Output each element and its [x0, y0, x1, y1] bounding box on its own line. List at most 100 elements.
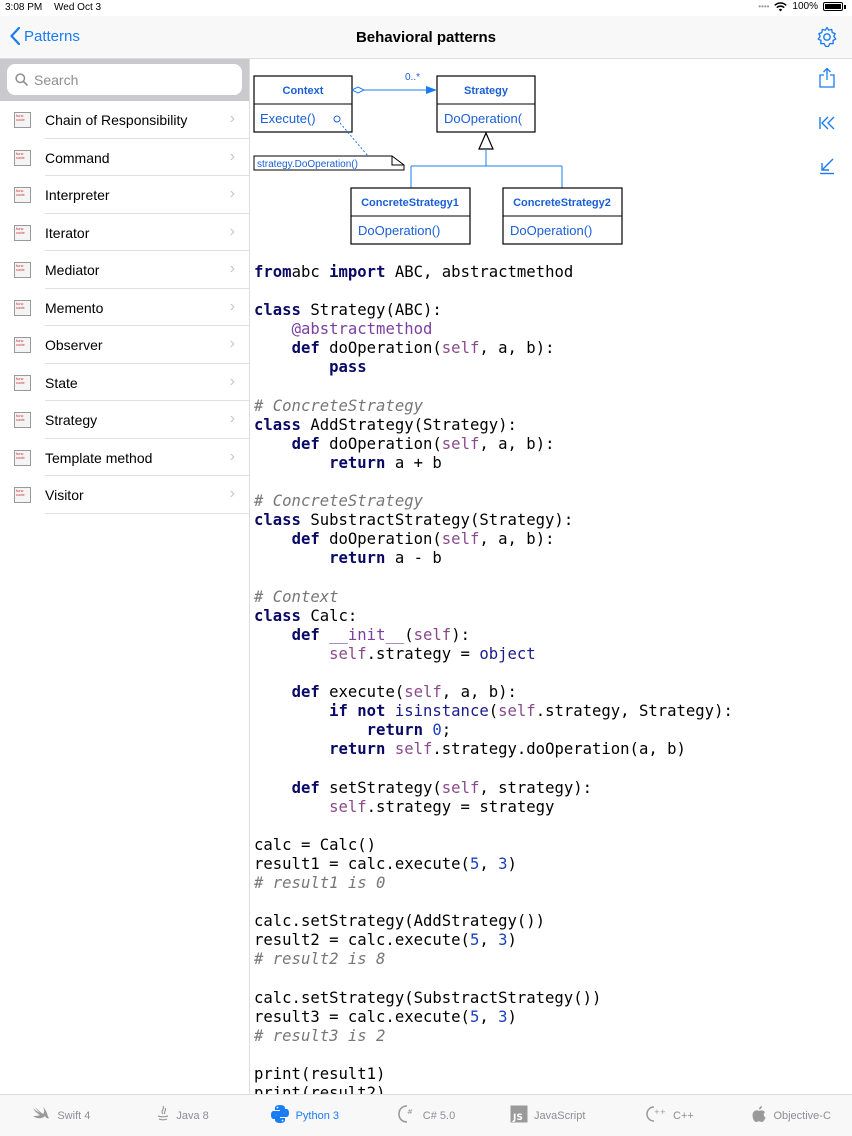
- java-icon: [156, 1105, 170, 1126]
- search-field[interactable]: [7, 64, 242, 95]
- tab-javascript[interactable]: JS JavaScript: [487, 1095, 609, 1136]
- gear-icon: [817, 26, 837, 48]
- collapse-button[interactable]: [818, 157, 836, 180]
- sidebar: func codeChain of Responsibility›func co…: [0, 59, 250, 1094]
- battery-icon: [823, 2, 843, 11]
- tab-swift-4[interactable]: Swift 4: [0, 1095, 122, 1136]
- code-file-icon: func code: [14, 487, 31, 503]
- code-line: def doOperation(self, a, b):: [291, 530, 555, 549]
- code-line: return 0;: [366, 721, 452, 740]
- back-button[interactable]: Patterns: [10, 27, 80, 45]
- status-time: 3:08 PM: [5, 2, 43, 13]
- code-line: class AddStrategy(Strategy):: [254, 415, 517, 434]
- code-line: result3 = calc.execute(5, 3): [254, 1007, 517, 1026]
- sidebar-item-label: Strategy: [45, 412, 98, 428]
- csharp-icon: #: [397, 1105, 417, 1126]
- tab-python-3[interactable]: Python 3: [243, 1095, 365, 1136]
- code-line: def execute(self, a, b):: [291, 683, 517, 702]
- apple-icon: [751, 1105, 767, 1126]
- python-icon: [270, 1104, 290, 1127]
- code-line: self.strategy = strategy: [329, 797, 555, 816]
- tab-label: Python 3: [295, 1109, 339, 1122]
- sidebar-item[interactable]: func code Template method ›: [0, 439, 249, 476]
- sidebar-item[interactable]: func code Memento ›: [0, 289, 249, 326]
- code-line: print(result1): [254, 1064, 386, 1083]
- code-line: @abstractmethod: [291, 320, 433, 339]
- battery-percent: 100%: [792, 1, 818, 12]
- tab-c-5-0[interactable]: # C# 5.0: [365, 1095, 487, 1136]
- code-line: return a + b: [329, 453, 442, 472]
- language-tab-bar: Swift 4 Java 8 Python 3 # C# 5.0 JS JavaScript…: [0, 1094, 852, 1136]
- sidebar-item[interactable]: func code Observer ›: [0, 326, 249, 364]
- sidebar-item[interactable]: func code State ›: [0, 364, 249, 401]
- sidebar-item-label: Template method: [45, 449, 153, 466]
- svg-text:JS: JS: [512, 1113, 523, 1123]
- chevron-right-icon: ›: [229, 110, 235, 127]
- sidebar-item-label: Visitor: [45, 487, 84, 503]
- chevron-right-icon: ›: [229, 372, 235, 390]
- main-content: Context Execute() Strategy DoOperation( …: [250, 59, 852, 1094]
- search-icon: [15, 73, 28, 86]
- tab-c[interactable]: ++ C++: [609, 1095, 731, 1136]
- sidebar-item[interactable]: func code Command ›: [0, 139, 249, 176]
- code-line: def doOperation(self, a, b):: [291, 434, 555, 453]
- code-line: # Context: [254, 587, 339, 606]
- wifi-icon: [774, 1, 788, 11]
- sidebar-item[interactable]: func code Strategy ›: [0, 401, 249, 439]
- sidebar-item-label: Chain of Responsibility: [45, 112, 188, 128]
- code-line: calc.setStrategy(SubstractStrategy()): [254, 988, 602, 1007]
- sidebar-item[interactable]: func code Iterator ›: [0, 214, 249, 251]
- code-file-icon: func code: [14, 112, 31, 128]
- sidebar-item[interactable]: func code Mediator ›: [0, 251, 249, 289]
- code-line: # ConcreteStrategy: [254, 396, 423, 415]
- code-line: return self.strategy.doOperation(a, b): [329, 740, 686, 759]
- tab-java-8[interactable]: Java 8: [122, 1095, 244, 1136]
- arrow-down-left-icon: [820, 158, 834, 175]
- code-file-icon: func code: [14, 262, 31, 278]
- chevron-right-icon: ›: [229, 222, 235, 240]
- code-line: def setStrategy(self, strategy):: [291, 778, 593, 797]
- sidebar-item-label: Observer: [45, 337, 103, 353]
- sidebar-item[interactable]: func code Interpreter ›: [0, 176, 249, 214]
- code-line: def doOperation(self, a, b):: [291, 339, 555, 358]
- signal-dots-icon: ••••: [758, 2, 770, 11]
- sidebar-item-label: Interpreter: [45, 187, 110, 203]
- context-class-title: Context: [283, 85, 324, 97]
- skip-to-start-icon: [819, 116, 835, 130]
- search-bar-container: [0, 59, 249, 101]
- sidebar-item-label: Iterator: [45, 224, 90, 241]
- code-file-icon: func code: [14, 299, 31, 316]
- concrete-strategy2-title: ConcreteStrategy2: [513, 197, 611, 209]
- chevron-right-icon: ›: [229, 297, 235, 315]
- sidebar-item-label: Memento: [45, 299, 104, 316]
- code-line: class SubstractStrategy(Strategy):: [254, 511, 574, 530]
- code-line: print(result2): [254, 1084, 386, 1094]
- tab-label: C++: [673, 1109, 694, 1122]
- share-button[interactable]: [818, 67, 836, 94]
- svg-text:#: #: [407, 1108, 413, 1116]
- swift-icon: [31, 1106, 51, 1125]
- tab-objective-c[interactable]: Objective-C: [730, 1095, 852, 1136]
- code-file-icon: func code: [14, 412, 31, 428]
- back-button-label: Patterns: [24, 27, 80, 45]
- sidebar-item[interactable]: func code Chain of Responsibility ›: [0, 101, 249, 139]
- side-action-buttons: [818, 67, 836, 180]
- code-file-icon: func code: [14, 149, 31, 166]
- first-button[interactable]: [818, 114, 836, 137]
- search-input[interactable]: [34, 71, 224, 88]
- settings-button[interactable]: [816, 26, 838, 53]
- uml-diagram: Context Execute() Strategy DoOperation( …: [253, 72, 623, 245]
- concrete-strategy1-title: ConcreteStrategy1: [361, 197, 459, 209]
- code-view: fromabc import ABC, abstractmethod class…: [254, 263, 733, 1094]
- code-file-icon: func code: [14, 337, 31, 353]
- sidebar-item[interactable]: func code Visitor ›: [0, 476, 249, 514]
- code-line: class Calc:: [254, 606, 358, 625]
- code-line: def __init__(self):: [291, 625, 470, 644]
- context-method: Execute(): [260, 111, 316, 126]
